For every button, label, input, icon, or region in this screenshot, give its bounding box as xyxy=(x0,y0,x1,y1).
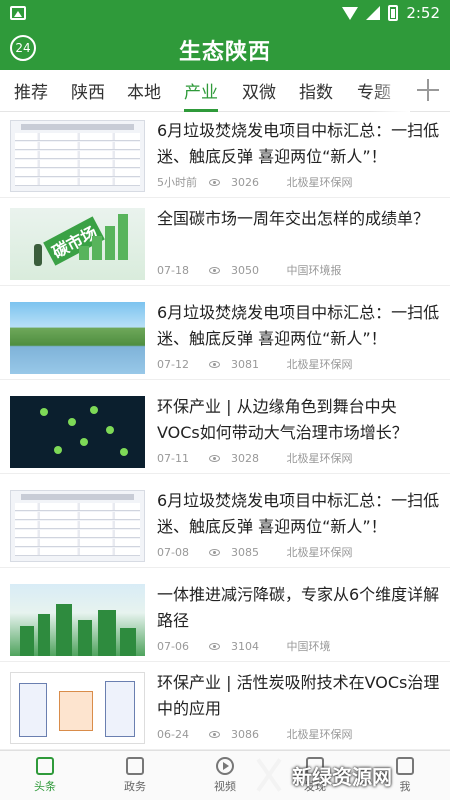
article-thumbnail xyxy=(10,584,145,656)
article-source: 中国环境 xyxy=(286,640,331,653)
status-bar: 2:52 xyxy=(0,0,450,26)
image-notification-icon xyxy=(10,6,26,20)
article-source: 北极星环保网 xyxy=(286,358,353,371)
news-icon xyxy=(36,757,54,775)
article-meta: 06-24 3086 北极星环保网 xyxy=(157,726,353,742)
article-views: 3085 xyxy=(231,546,259,559)
article-time: 06-24 xyxy=(157,728,189,741)
nav-label: 政务 xyxy=(124,780,146,793)
article-time: 07-12 xyxy=(157,358,189,371)
article-title: 环保产业 | 从边缘角色到舞台中央 VOCs如何带动大气治理市场增长？ xyxy=(157,397,408,442)
article-item[interactable]: 环保产业 | 活性炭吸附技术在VOCs治理中的应用 06-24 3086 北极星… xyxy=(0,664,450,750)
article-views: 3086 xyxy=(231,728,259,741)
article-source: 北极星环保网 xyxy=(286,176,353,189)
tab-index[interactable]: 指数 xyxy=(299,78,333,112)
nav-label: 头条 xyxy=(34,780,56,793)
article-views: 3028 xyxy=(231,452,259,465)
article-thumbnail xyxy=(10,672,145,744)
article-views: 3026 xyxy=(231,176,259,189)
tab-local[interactable]: 本地 xyxy=(127,78,161,112)
article-title: 6月垃圾焚烧发电项目中标汇总：一扫低迷、触底反弹 喜迎两位“新人”！ xyxy=(157,303,440,348)
eye-icon xyxy=(208,731,220,738)
nav-video[interactable]: 视频 xyxy=(195,757,255,794)
article-time: 07-11 xyxy=(157,452,189,465)
article-time: 07-18 xyxy=(157,264,189,277)
watermark: 新绿资源网 xyxy=(252,752,432,798)
article-title: 环保产业 | 活性炭吸附技术在VOCs治理中的应用 xyxy=(157,673,440,718)
article-item[interactable]: 6月垃圾焚烧发电项目中标汇总：一扫低迷、触底反弹 喜迎两位“新人”！ 07-12… xyxy=(0,294,450,380)
tab-wechat-weibo[interactable]: 双微 xyxy=(242,78,276,112)
nav-label: 视频 xyxy=(214,780,236,793)
article-item[interactable]: 6月垃圾焚烧发电项目中标汇总：一扫低迷、触底反弹 喜迎两位“新人”！ 5小时前 … xyxy=(0,112,450,198)
article-time: 07-06 xyxy=(157,640,189,653)
status-time: 2:52 xyxy=(406,4,440,22)
article-meta: 5小时前 3026 北极星环保网 xyxy=(157,174,353,190)
status-right: 2:52 xyxy=(342,3,440,23)
article-item[interactable]: 碳市场 全国碳市场一周年交出怎样的成绩单？ 07-18 3050 中国环境报 xyxy=(0,200,450,286)
eye-icon xyxy=(208,179,220,186)
article-time: 5小时前 xyxy=(157,176,197,189)
eye-icon xyxy=(208,267,220,274)
watermark-text: 新绿资源网 xyxy=(292,764,392,789)
eye-icon xyxy=(208,643,220,650)
tab-recommend[interactable]: 推荐 xyxy=(14,78,48,112)
app-header: 24 生态陕西 xyxy=(0,26,450,70)
article-thumbnail xyxy=(10,120,145,192)
wifi-icon xyxy=(342,6,359,20)
eye-icon xyxy=(208,549,220,556)
article-thumbnail xyxy=(10,490,145,562)
article-title: 6月垃圾焚烧发电项目中标汇总：一扫低迷、触底反弹 喜迎两位“新人”！ xyxy=(157,121,440,166)
article-meta: 07-08 3085 北极星环保网 xyxy=(157,544,353,560)
eye-icon xyxy=(208,455,220,462)
play-icon xyxy=(216,757,234,775)
tab-industry[interactable]: 产业 xyxy=(184,78,218,112)
article-source: 北极星环保网 xyxy=(286,728,353,741)
article-item[interactable]: 6月垃圾焚烧发电项目中标汇总：一扫低迷、触底反弹 喜迎两位“新人”！ 07-08… xyxy=(0,482,450,568)
article-meta: 07-11 3028 北极星环保网 xyxy=(157,450,353,466)
article-meta: 07-12 3081 北极星环保网 xyxy=(157,356,353,372)
article-source: 中国环境报 xyxy=(286,264,342,277)
tab-shaanxi[interactable]: 陕西 xyxy=(71,78,105,112)
article-thumbnail xyxy=(10,396,145,468)
article-views: 3104 xyxy=(231,640,259,653)
article-meta: 07-06 3104 中国环境 xyxy=(157,638,331,654)
article-meta: 07-18 3050 中国环境报 xyxy=(157,262,342,278)
article-views: 3081 xyxy=(231,358,259,371)
article-feed: 6月垃圾焚烧发电项目中标汇总：一扫低迷、触底反弹 喜迎两位“新人”！ 5小时前 … xyxy=(0,112,450,750)
article-title: 6月垃圾焚烧发电项目中标汇总：一扫低迷、触底反弹 喜迎两位“新人”！ xyxy=(157,491,440,536)
article-title: 全国碳市场一周年交出怎样的成绩单？ xyxy=(157,209,430,228)
article-item[interactable]: 环保产业 | 从边缘角色到舞台中央 VOCs如何带动大气治理市场增长？ 07-1… xyxy=(0,388,450,474)
article-thumbnail: 碳市场 xyxy=(10,208,145,280)
signal-icon xyxy=(366,6,381,20)
category-tabs: 推荐 陕西 本地 产业 双微 指数 专题 xyxy=(0,70,450,112)
battery-icon xyxy=(388,5,399,21)
article-thumbnail xyxy=(10,302,145,374)
nav-government[interactable]: 政务 xyxy=(105,757,165,794)
article-views: 3050 xyxy=(231,264,259,277)
nav-headlines[interactable]: 头条 xyxy=(15,757,75,794)
eye-icon xyxy=(208,361,220,368)
article-item[interactable]: 一体推进减污降碳，专家从6个维度详解路径 07-06 3104 中国环境 xyxy=(0,576,450,662)
article-time: 07-08 xyxy=(157,546,189,559)
article-title: 一体推进减污降碳，专家从6个维度详解路径 xyxy=(157,585,440,630)
watermark-logo-icon xyxy=(252,758,286,792)
article-source: 北极星环保网 xyxy=(286,546,353,559)
tabs-fade xyxy=(370,70,410,112)
article-source: 北极星环保网 xyxy=(286,452,353,465)
add-tab-icon[interactable] xyxy=(414,76,442,104)
building-icon xyxy=(126,757,144,775)
app-title: 生态陕西 xyxy=(178,40,271,65)
